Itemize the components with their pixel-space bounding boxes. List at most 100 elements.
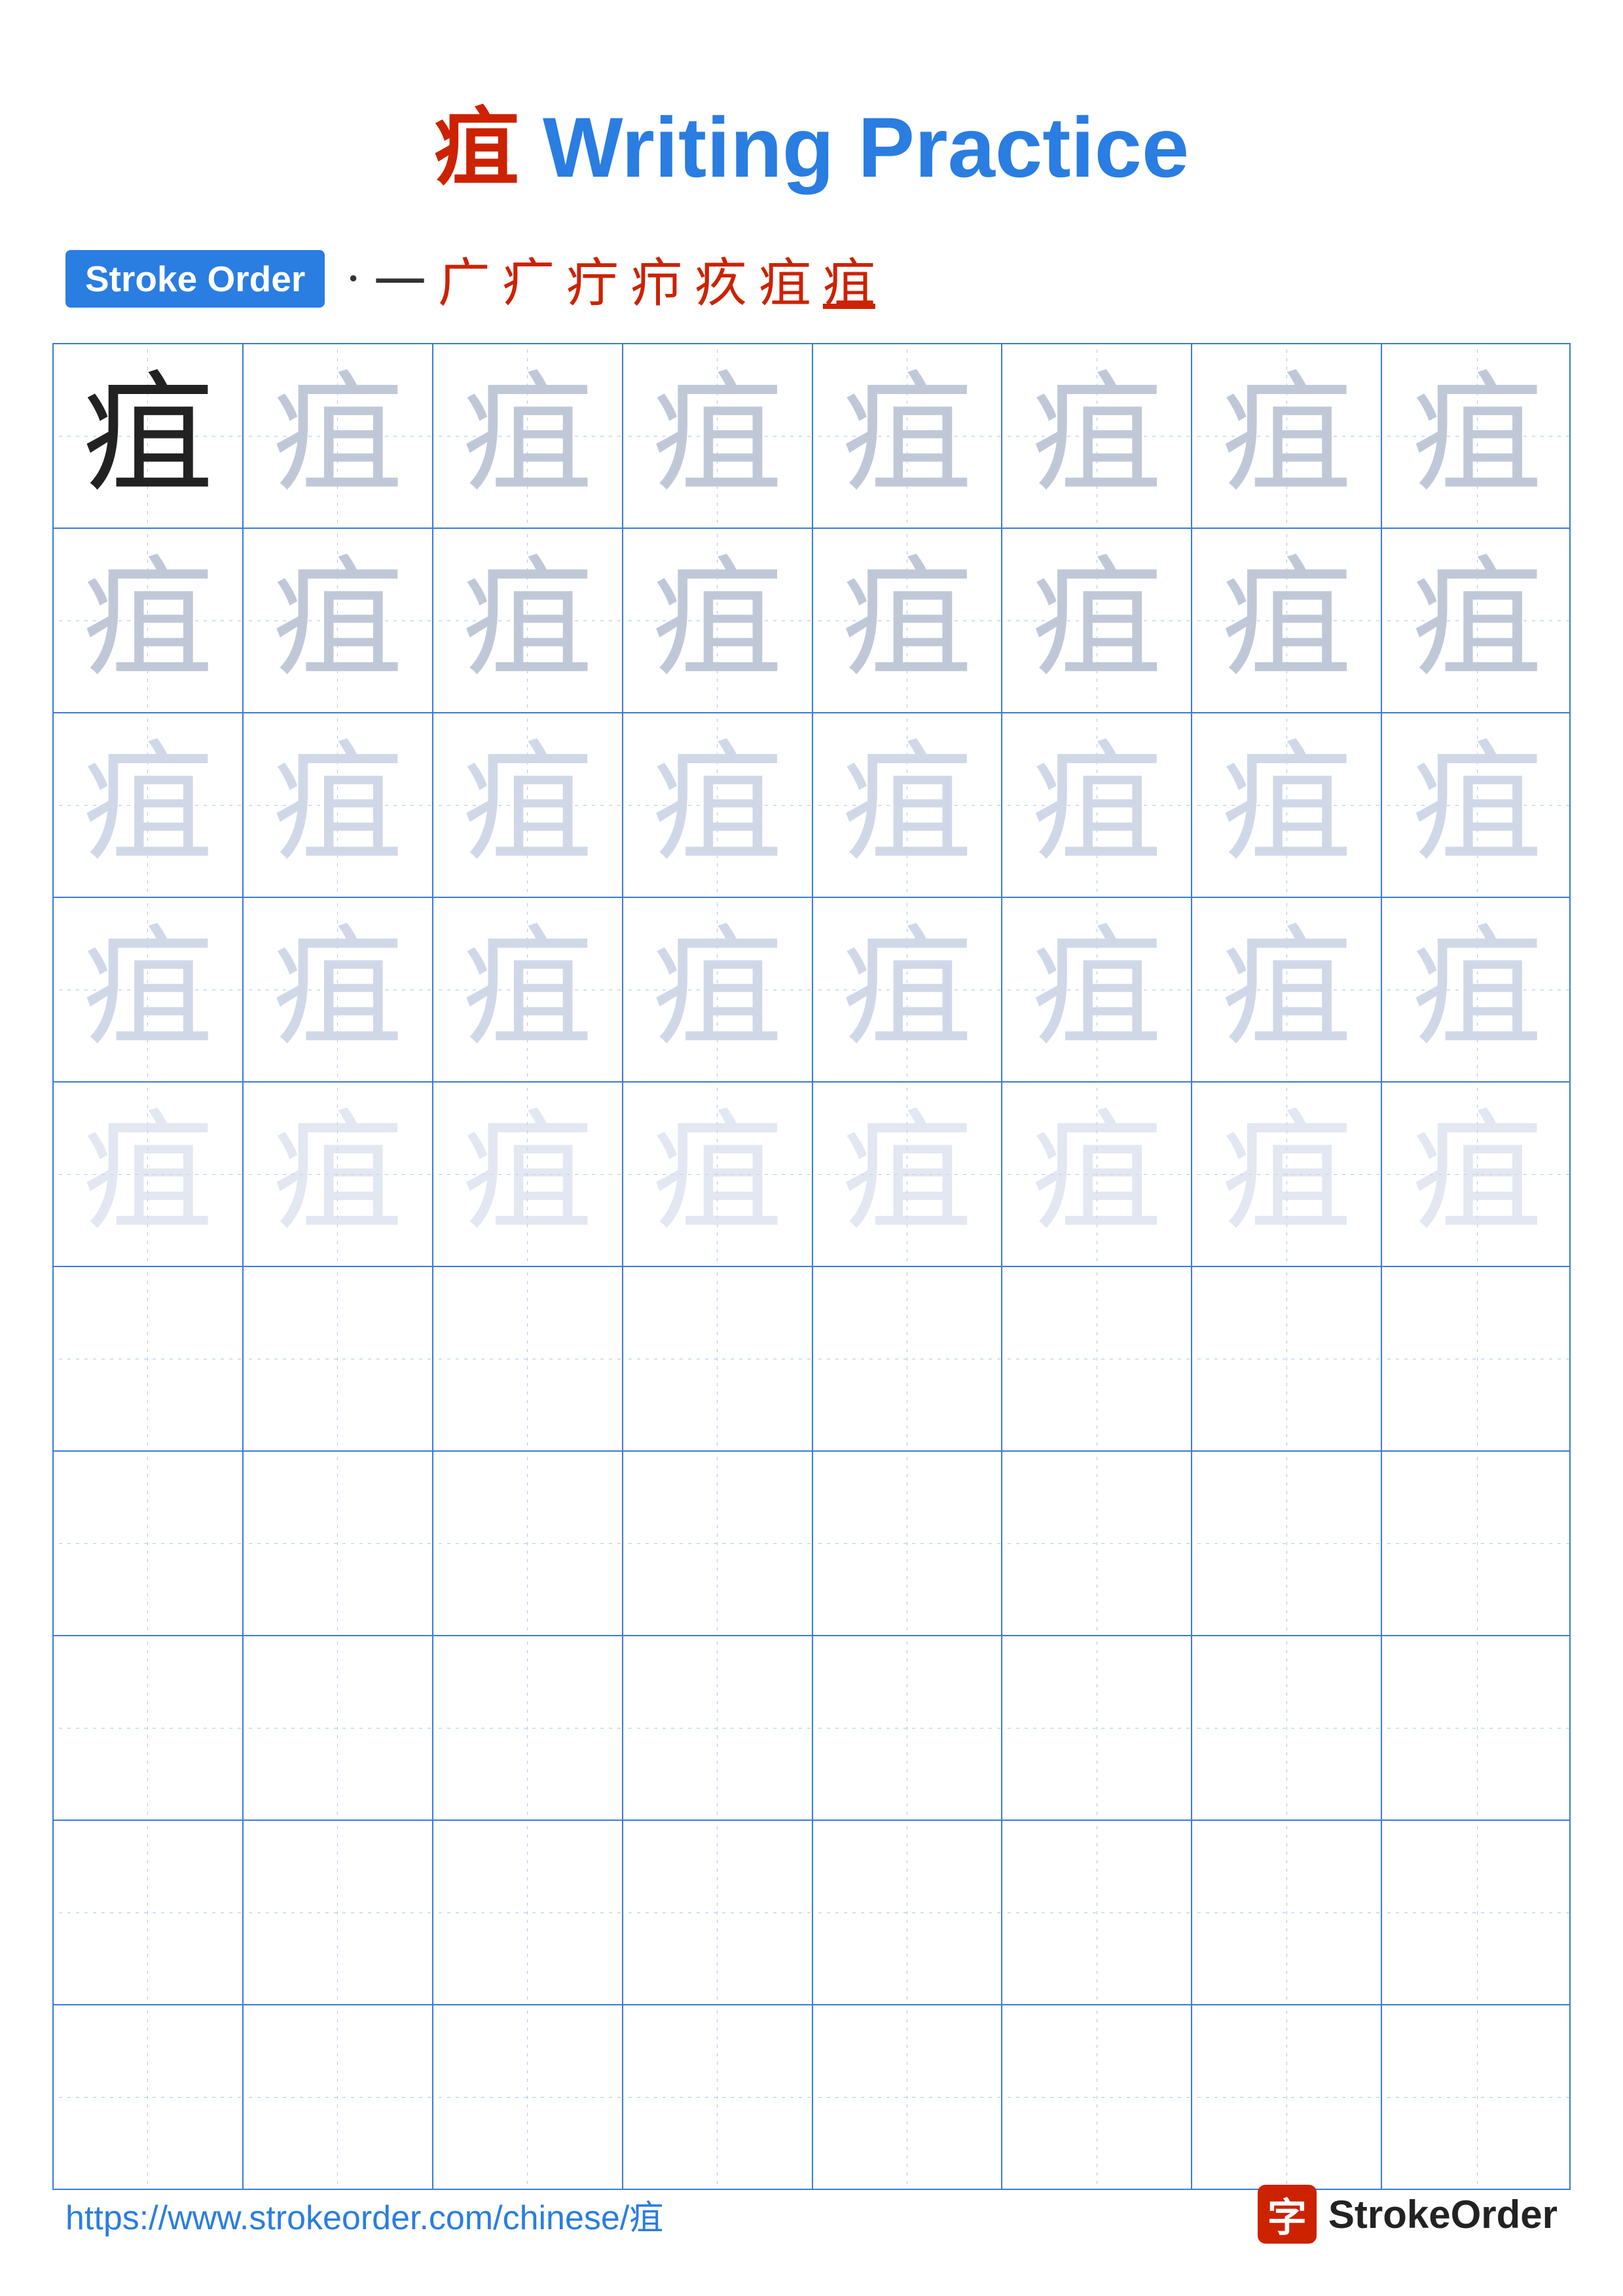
grid-cell[interactable] [623, 1452, 813, 1635]
grid-cell[interactable] [1382, 1452, 1572, 1635]
practice-char: 疽 [652, 370, 783, 501]
grid-cell[interactable] [433, 1452, 623, 1635]
grid-cell[interactable]: 疽 [433, 1083, 623, 1266]
grid-cell[interactable]: 疽 [623, 529, 813, 712]
grid-cell[interactable] [433, 2005, 623, 2189]
grid-cell[interactable]: 疽 [623, 713, 813, 897]
grid-cell[interactable] [623, 1267, 813, 1450]
grid-cell[interactable]: 疽 [244, 344, 433, 528]
grid-cell[interactable] [244, 1821, 433, 2004]
grid-cell[interactable] [623, 2005, 813, 2189]
grid-cell[interactable] [623, 1636, 813, 1820]
grid-cell[interactable] [1002, 2005, 1192, 2189]
grid-cell[interactable]: 疽 [1002, 529, 1192, 712]
grid-cell[interactable] [813, 1821, 1003, 2004]
grid-cell[interactable] [244, 2005, 433, 2189]
grid-cell[interactable]: 疽 [1382, 1083, 1572, 1266]
practice-char: 疽 [841, 740, 972, 870]
grid-cell[interactable]: 疽 [1192, 344, 1382, 528]
grid-cell[interactable]: 疽 [54, 713, 244, 897]
grid-cell[interactable]: 疽 [623, 344, 813, 528]
practice-char: 疽 [1412, 924, 1542, 1055]
grid-cell[interactable] [1002, 1267, 1192, 1450]
grid-cell[interactable]: 疽 [54, 529, 244, 712]
grid-cell[interactable] [1192, 2005, 1382, 2189]
grid-cell[interactable]: 疽 [1002, 1083, 1192, 1266]
grid-cell[interactable] [1002, 1821, 1192, 2004]
footer-logo: 字 StrokeOrder [1258, 2185, 1558, 2244]
grid-cell[interactable] [1382, 1636, 1572, 1820]
grid-cell[interactable] [433, 1821, 623, 2004]
grid-cell[interactable]: 疽 [433, 344, 623, 528]
grid-cell[interactable]: 疽 [813, 898, 1003, 1081]
grid-cell[interactable]: 疽 [433, 713, 623, 897]
grid-cell[interactable]: 疽 [1002, 713, 1192, 897]
grid-cell[interactable] [433, 1267, 623, 1450]
grid-cell[interactable]: 疽 [1002, 344, 1192, 528]
practice-char: 疽 [82, 370, 213, 501]
grid-row-3: 疽 疽 疽 疽 疽 疽 疽 疽 [54, 713, 1569, 898]
grid-cell[interactable] [1002, 1452, 1192, 1635]
grid-cell[interactable]: 疽 [1382, 344, 1572, 528]
grid-cell[interactable] [54, 1821, 244, 2004]
grid-cell[interactable]: 疽 [623, 898, 813, 1081]
grid-cell[interactable]: 疽 [1192, 1083, 1382, 1266]
grid-cell[interactable] [54, 1636, 244, 1820]
grid-cell[interactable]: 疽 [244, 713, 433, 897]
grid-cell[interactable]: 疽 [1192, 713, 1382, 897]
grid-cell[interactable] [623, 1821, 813, 2004]
stroke-sequence: · 一 广 疒 疔 疖 疚 疽 疽 [344, 241, 875, 317]
grid-cell[interactable] [813, 1452, 1003, 1635]
grid-cell[interactable]: 疽 [813, 713, 1003, 897]
grid-cell[interactable]: 疽 [1382, 713, 1572, 897]
grid-cell[interactable] [813, 1267, 1003, 1450]
footer-url[interactable]: https://www.strokeorder.com/chinese/疽 [65, 2190, 663, 2239]
grid-cell[interactable]: 疽 [433, 529, 623, 712]
logo-icon: 字 [1258, 2185, 1317, 2244]
practice-char: 疽 [652, 924, 783, 1055]
practice-char: 疽 [1221, 924, 1352, 1055]
grid-cell[interactable]: 疽 [244, 898, 433, 1081]
grid-cell[interactable] [244, 1452, 433, 1635]
practice-char: 疽 [841, 555, 972, 686]
grid-cell[interactable] [1382, 1821, 1572, 2004]
grid-cell[interactable]: 疽 [1382, 898, 1572, 1081]
grid-cell[interactable]: 疽 [813, 344, 1003, 528]
grid-cell[interactable] [1192, 1452, 1382, 1635]
grid-cell[interactable] [813, 2005, 1003, 2189]
grid-cell[interactable]: 疽 [433, 898, 623, 1081]
grid-cell[interactable]: 疽 [1002, 898, 1192, 1081]
page-title: 疽 Writing Practice [0, 0, 1623, 241]
grid-cell[interactable] [1382, 2005, 1572, 2189]
grid-cell[interactable]: 疽 [244, 1083, 433, 1266]
grid-cell[interactable]: 疽 [1382, 529, 1572, 712]
footer: https://www.strokeorder.com/chinese/疽 字 … [0, 2185, 1623, 2244]
grid-cell[interactable]: 疽 [54, 1083, 244, 1266]
grid-cell[interactable] [54, 1267, 244, 1450]
grid-cell[interactable] [1192, 1267, 1382, 1450]
grid-cell[interactable]: 疽 [813, 1083, 1003, 1266]
grid-cell[interactable] [1002, 1636, 1192, 1820]
grid-cell[interactable] [244, 1267, 433, 1450]
grid-cell[interactable]: 疽 [244, 529, 433, 712]
grid-cell[interactable] [1382, 1267, 1572, 1450]
grid-cell[interactable] [813, 1636, 1003, 1820]
grid-cell[interactable]: 疽 [1192, 898, 1382, 1081]
stroke-6: 疖 [630, 241, 683, 317]
practice-char: 疽 [1031, 740, 1162, 870]
grid-cell[interactable]: 疽 [813, 529, 1003, 712]
grid-cell[interactable] [54, 2005, 244, 2189]
grid-cell[interactable]: 疽 [54, 344, 244, 528]
grid-cell[interactable] [244, 1636, 433, 1820]
practice-char: 疽 [1031, 1109, 1162, 1240]
grid-row-9 [54, 1821, 1569, 2005]
grid-cell[interactable]: 疽 [1192, 529, 1382, 712]
grid-cell[interactable] [54, 1452, 244, 1635]
practice-char: 疽 [462, 740, 593, 870]
practice-char: 疽 [652, 740, 783, 870]
grid-cell[interactable]: 疽 [54, 898, 244, 1081]
grid-cell[interactable]: 疽 [623, 1083, 813, 1266]
grid-cell[interactable] [433, 1636, 623, 1820]
grid-cell[interactable] [1192, 1636, 1382, 1820]
grid-cell[interactable] [1192, 1821, 1382, 2004]
